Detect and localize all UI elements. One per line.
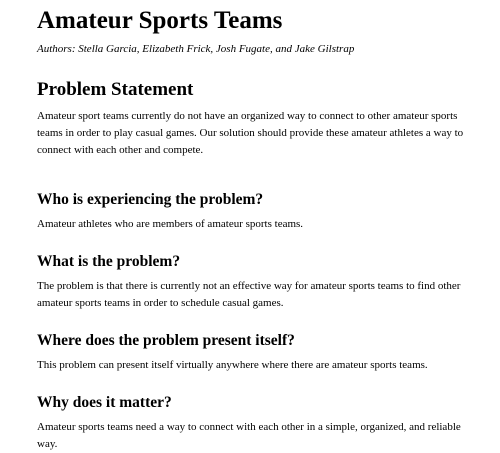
- section-why-heading: Why does it matter?: [37, 394, 172, 411]
- section-why-text: Amateur sports teams need a way to conne…: [37, 421, 461, 450]
- document-page: Amateur Sports Teams Authors: Stella Gar…: [0, 0, 500, 453]
- authors-line: Authors: Stella Garcia, Elizabeth Frick,…: [37, 43, 355, 55]
- section-why: Why does it matter? Amateur sports teams…: [37, 393, 464, 453]
- page-title: Amateur Sports Teams: [37, 7, 283, 34]
- section-who-text: Amateur athletes who are members of amat…: [37, 218, 304, 230]
- section-what-text: The problem is that there is currently n…: [37, 280, 461, 309]
- section-where-heading: Where does the problem present itself?: [37, 332, 295, 349]
- section-who-heading: Who is experiencing the problem?: [37, 191, 264, 208]
- problem-statement-text: Amateur sport teams currently do not hav…: [37, 110, 464, 156]
- section-who: Who is experiencing the problem? Amateur…: [37, 190, 464, 233]
- section-where: Where does the problem present itself? T…: [37, 331, 464, 374]
- section-what: What is the problem? The problem is that…: [37, 252, 464, 312]
- problem-statement-heading: Problem Statement: [37, 79, 194, 100]
- section-where-text: This problem can present itself virtuall…: [37, 359, 428, 371]
- section-what-heading: What is the problem?: [37, 253, 181, 270]
